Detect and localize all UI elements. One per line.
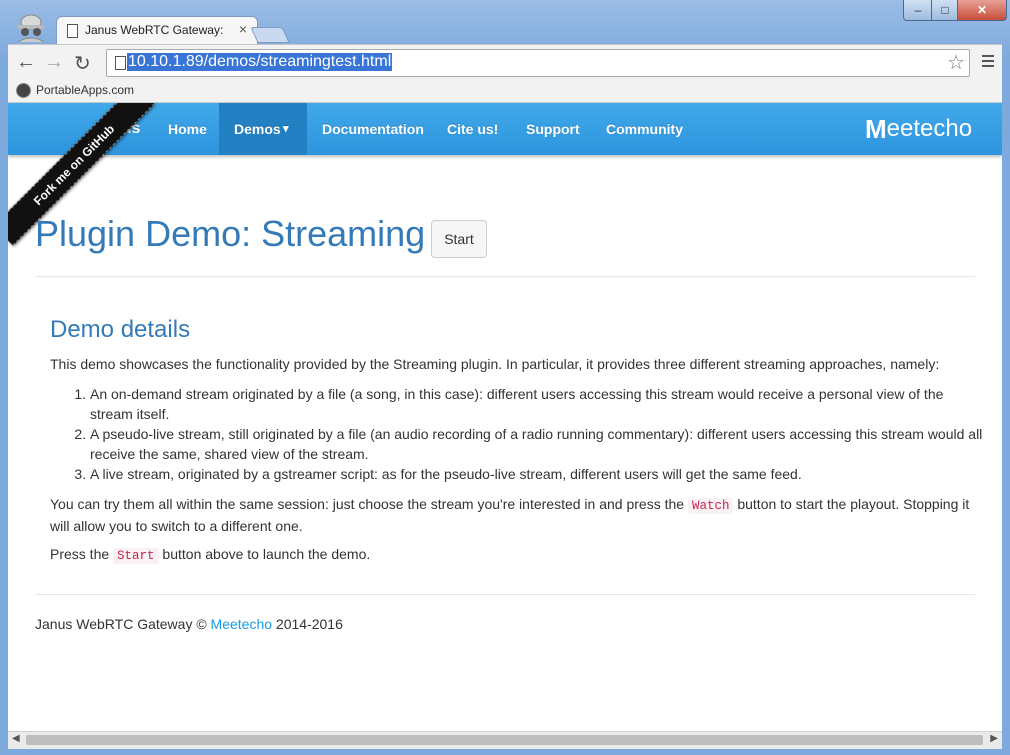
section-title: Demo details (50, 316, 191, 343)
list-item: A pseudo-live stream, still originated b… (90, 424, 990, 464)
forward-arrow-icon[interactable]: → (44, 51, 64, 74)
footer-years: 2014-2016 (272, 616, 343, 632)
tab-close-icon[interactable]: × (239, 21, 247, 37)
new-tab-button[interactable] (250, 27, 290, 43)
nav-community[interactable]: Community (606, 103, 683, 155)
tab-strip: Janus WebRTC Gateway: S × (0, 0, 1010, 45)
scroll-left-icon[interactable]: ◀ (12, 733, 20, 744)
try-text-pre: You can try them all within the same ses… (50, 496, 688, 512)
browser-window: Janus WebRTC Gateway: S × – □ ✕ ← → ↻ 10… (0, 0, 1010, 755)
nav-cite-us[interactable]: Cite us! (447, 103, 498, 155)
press-text-pre: Press the (50, 546, 114, 562)
maximize-button[interactable]: □ (931, 0, 959, 21)
logo-text: eetecho (886, 115, 973, 142)
intro-text: This demo showcases the functionality pr… (50, 356, 940, 372)
close-button[interactable]: ✕ (957, 0, 1007, 21)
nav-demos[interactable]: Demos ▾ (219, 103, 307, 155)
meetecho-link[interactable]: Meetecho (211, 616, 272, 632)
menu-icon[interactable] (982, 55, 994, 67)
incognito-icon (17, 14, 45, 42)
meetecho-logo[interactable]: Meetecho (865, 114, 972, 144)
footer-text: Janus WebRTC Gateway © (35, 616, 211, 632)
try-text: You can try them all within the same ses… (50, 494, 990, 536)
minimize-button[interactable]: – (903, 0, 933, 21)
scrollbar-thumb[interactable] (26, 735, 983, 745)
portableapps-icon (16, 83, 31, 98)
logo-m: M (865, 113, 887, 144)
bookmark-star-icon[interactable]: ☆ (947, 50, 965, 75)
nav-support[interactable]: Support (526, 103, 580, 155)
streams-list: An on-demand stream originated by a file… (50, 384, 990, 484)
press-text: Press the Start button above to launch t… (50, 544, 990, 566)
reload-icon[interactable]: ↻ (74, 51, 91, 76)
bookmarks-bar: PortableApps.com (8, 80, 1002, 103)
site-navbar: nus Home Demos ▾ Documentation Cite us! … (8, 103, 1002, 155)
caret-down-icon: ▾ (283, 123, 289, 135)
page-title: Plugin Demo: Streaming (35, 213, 426, 254)
address-bar[interactable]: 10.10.1.89/demos/streamingtest.html ☆ (106, 49, 970, 77)
nav-home[interactable]: Home (168, 103, 207, 155)
window-controls: – □ ✕ (903, 0, 1007, 21)
back-arrow-icon[interactable]: ← (16, 51, 36, 74)
browser-toolbar: ← → ↻ 10.10.1.89/demos/streamingtest.htm… (8, 44, 1002, 81)
url-text[interactable]: 10.10.1.89/demos/streamingtest.html (127, 53, 393, 71)
nav-documentation[interactable]: Documentation (322, 103, 424, 155)
page-icon (67, 24, 78, 38)
footer: Janus WebRTC Gateway © Meetecho 2014-201… (35, 616, 343, 632)
watch-code: Watch (687, 498, 734, 514)
start-code: Start (113, 548, 159, 564)
scroll-right-icon[interactable]: ▶ (990, 733, 998, 744)
bookmark-portableapps[interactable]: PortableApps.com (36, 83, 134, 97)
page-viewport: nus Home Demos ▾ Documentation Cite us! … (8, 103, 1002, 731)
page-icon (115, 56, 126, 70)
list-item: A live stream, originated by a gstreamer… (90, 464, 990, 484)
nav-demos-label: Demos (234, 121, 281, 137)
list-item: An on-demand stream originated by a file… (90, 384, 990, 424)
divider (35, 276, 975, 277)
browser-tab[interactable]: Janus WebRTC Gateway: S × (56, 16, 258, 45)
start-button[interactable]: Start (431, 220, 487, 258)
horizontal-scrollbar[interactable]: ◀ ▶ (8, 731, 1002, 749)
press-text-post: button above to launch the demo. (158, 546, 371, 562)
divider (35, 594, 975, 595)
tab-title: Janus WebRTC Gateway: S (85, 23, 225, 37)
